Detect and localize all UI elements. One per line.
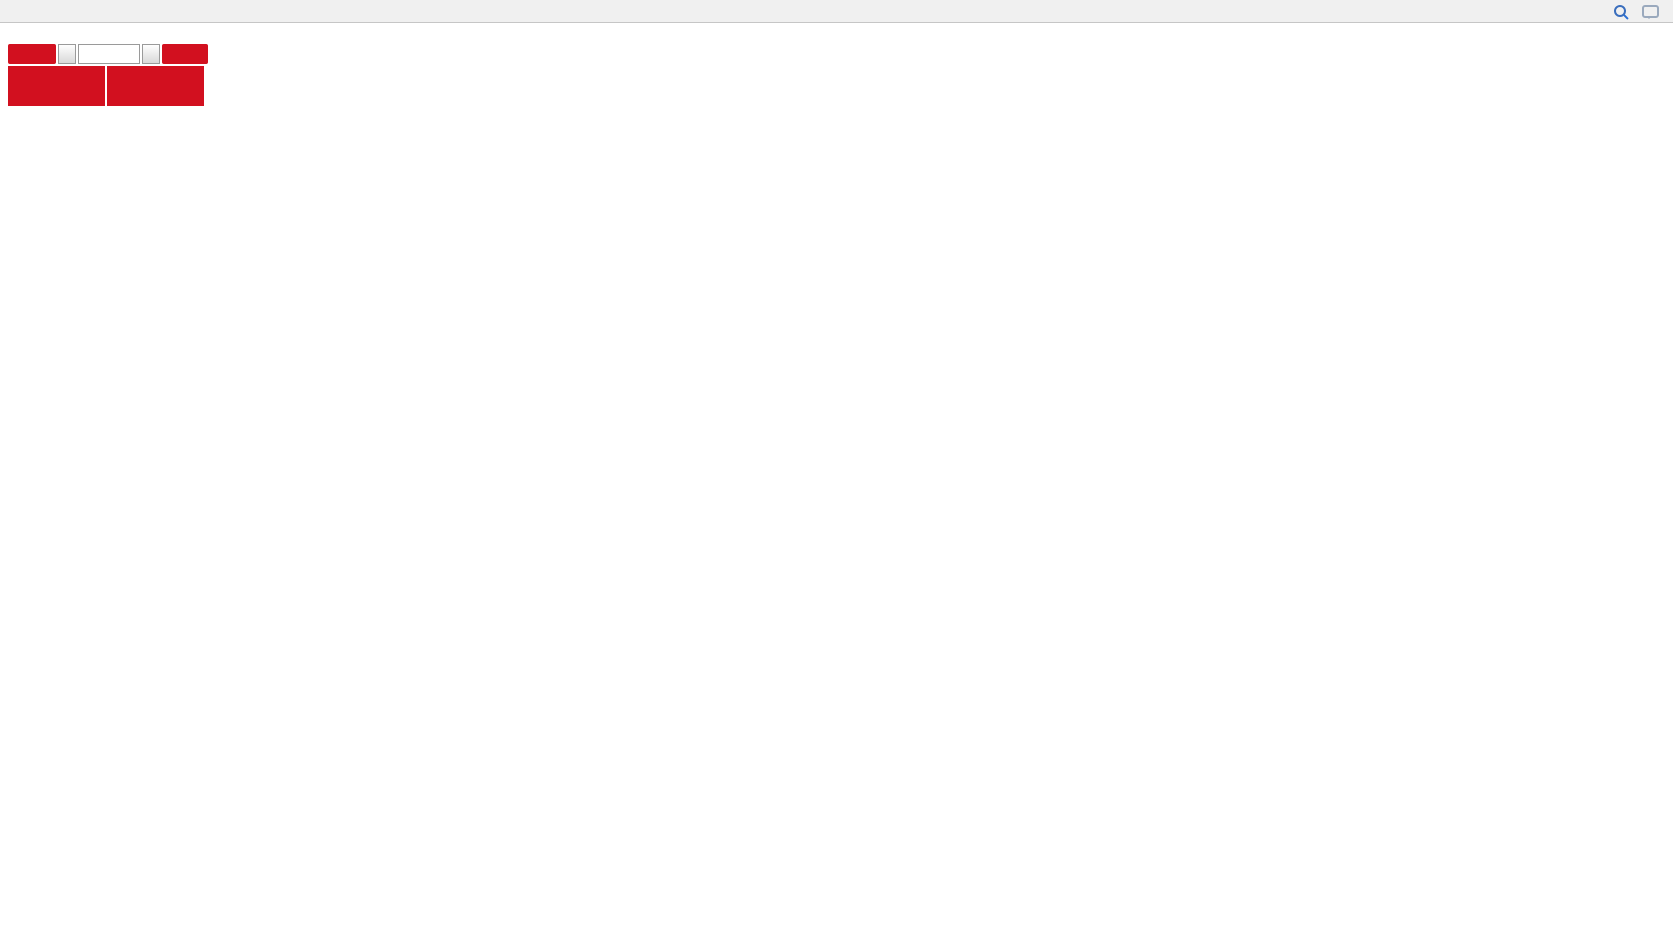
volume-input[interactable]: [78, 44, 141, 64]
volume-increase-button[interactable]: [142, 44, 159, 64]
mt4-terminal: { "toolbar": { "new_order_label": "新订单",…: [0, 0, 1673, 948]
top-toolbar: [0, 0, 1673, 23]
ask-quote[interactable]: [107, 66, 204, 106]
price-chart[interactable]: [0, 0, 1673, 948]
volume-decrease-button[interactable]: [58, 44, 75, 64]
sell-button[interactable]: [8, 44, 56, 64]
chart-title: [8, 26, 20, 40]
buy-button[interactable]: [162, 44, 208, 64]
chat-icon[interactable]: [1642, 5, 1659, 18]
one-click-trading-panel: [8, 44, 208, 106]
bid-quote[interactable]: [8, 66, 105, 106]
search-icon[interactable]: [1614, 5, 1626, 17]
